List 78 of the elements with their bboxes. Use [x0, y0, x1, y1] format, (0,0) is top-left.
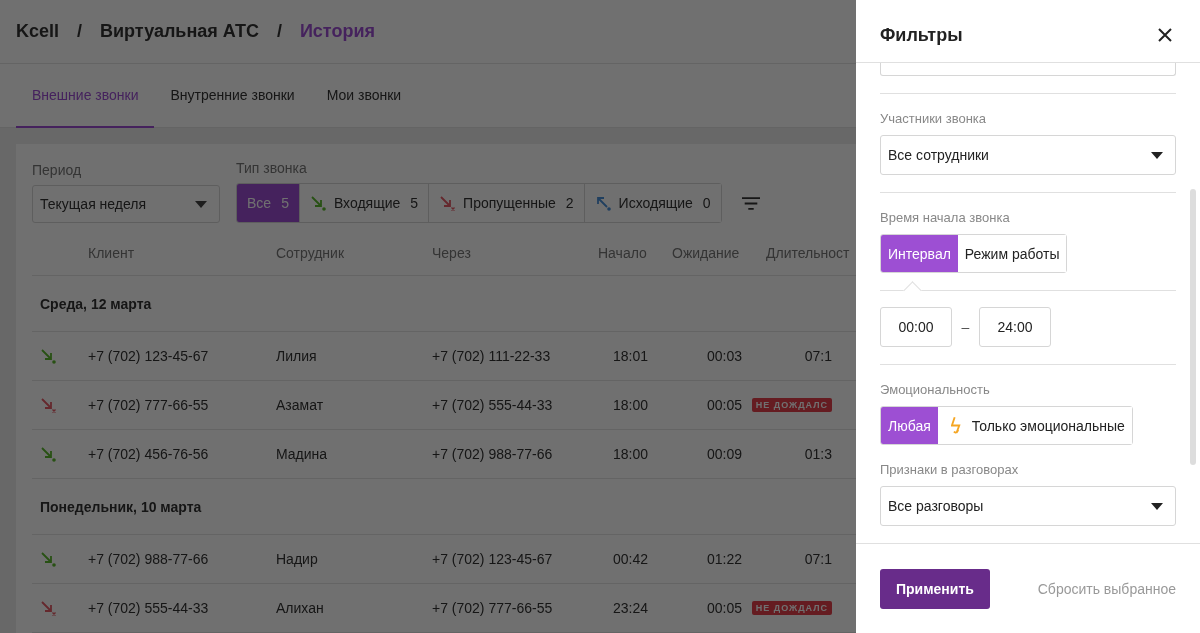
outgoing-call-icon [594, 195, 611, 211]
date-heading: Понедельник, 10 марта [40, 498, 202, 515]
select-field[interactable] [880, 63, 1176, 76]
call-type-label: Тип звонка [236, 160, 308, 176]
date-heading: Среда, 12 марта [40, 295, 152, 312]
table-cell-text: Надир [276, 551, 319, 567]
table-cell-text: Азамат [276, 397, 325, 413]
table-cell-text: +7 (702) 555-44-33 [432, 397, 554, 413]
table-cell-text: 01:22 [705, 551, 742, 567]
table-cell-text: +7 (702) 777-66-55 [88, 397, 210, 413]
caret-icon [1151, 502, 1163, 510]
column-header: Клиент [88, 245, 136, 261]
table-cell-text: +7 (702) 555-44-33 [88, 600, 210, 616]
breadcrumb-separator: / [276, 21, 282, 42]
reset-link[interactable]: Сбросить выбранное [1037, 580, 1176, 597]
call-type-option[interactable]: Все 5 [237, 184, 300, 222]
time-to-field[interactable]: 24:00 [979, 307, 1051, 347]
scrollbar[interactable] [1190, 189, 1196, 465]
tab[interactable]: Мои звонки [310, 64, 418, 128]
breadcrumb-link[interactable]: Виртуальная АТС [100, 21, 259, 42]
incoming-call-icon [40, 551, 56, 567]
missed-call-icon [40, 397, 56, 413]
incoming-call-icon [40, 348, 56, 364]
status-badge: НЕ ДОЖДАЛС [751, 601, 832, 615]
table-cell-text: +7 (702) 456-76-56 [88, 446, 210, 462]
participants-label: Участники звонка [880, 111, 988, 126]
emotion-label: Эмоциональность [880, 382, 991, 397]
table-cell-text: +7 (702) 123-45-67 [88, 348, 210, 364]
column-header: Сотрудник [276, 245, 345, 261]
table-cell: 01:3 [804, 446, 832, 462]
breadcrumb-separator: / [77, 21, 83, 42]
column-header: Через [432, 245, 472, 261]
period-label: Период [32, 162, 83, 178]
mode-toggle[interactable]: Интервал [881, 235, 958, 272]
table-cell-text: 00:03 [705, 348, 742, 364]
table-cell-text: Лилия [276, 348, 318, 364]
missed-call-icon [439, 195, 456, 211]
missed-call-icon [40, 600, 56, 616]
table-cell-text: Алихан [276, 600, 325, 616]
period-select[interactable]: Текущая неделя [32, 185, 220, 223]
tab[interactable]: Внутренние звонки [154, 64, 311, 128]
apply-button[interactable]: Применить [880, 568, 990, 609]
table-cell-text: 00:05 [705, 397, 742, 413]
caret-icon [1151, 151, 1163, 159]
range-dash: – [960, 319, 971, 335]
filter-icon[interactable] [741, 197, 760, 210]
features-select[interactable]: Все разговоры [880, 486, 1176, 526]
table-cell-text: 00:09 [705, 446, 742, 462]
table-cell-text: 23:24 [611, 600, 648, 616]
breadcrumb-link[interactable]: Kcell [16, 21, 60, 42]
table-cell-text: 18:01 [611, 348, 648, 364]
table-cell-text: 00:42 [611, 551, 648, 567]
features-label: Признаки в разговорах [880, 462, 1020, 477]
table-cell: 07:1 [804, 348, 832, 364]
breadcrumb-link[interactable]: История [299, 21, 375, 42]
status-badge: НЕ ДОЖДАЛС [751, 398, 832, 412]
table-cell-text: 00:05 [705, 600, 742, 616]
lightning-icon [950, 416, 962, 435]
table-cell-text: 18:00 [611, 397, 648, 413]
caret-icon [195, 200, 207, 208]
start-time-label: Время начала звонка [880, 210, 1011, 225]
table-cell: 07:1 [804, 551, 832, 567]
incoming-call-icon [309, 195, 326, 211]
column-header: Начало [598, 245, 648, 261]
incoming-call-icon [40, 446, 56, 462]
table-cell-text: +7 (702) 111-22-33 [432, 348, 552, 364]
table-cell-text: Мадина [276, 446, 329, 462]
table-cell-text: +7 (702) 777-66-55 [432, 600, 554, 616]
panel-title: Фильтры [880, 23, 963, 46]
participants-select[interactable]: Все сотрудники [880, 135, 1176, 175]
table-cell-text: +7 (702) 988-77-66 [88, 551, 210, 567]
table-cell-text: 18:00 [611, 446, 648, 462]
emotion-toggle[interactable]: Любая [881, 407, 938, 444]
table-cell-text: +7 (702) 123-45-67 [432, 551, 554, 567]
column-header: Длительност [766, 245, 851, 261]
table-cell-text: +7 (702) 988-77-66 [432, 446, 554, 462]
time-from-field[interactable]: 00:00 [880, 307, 952, 347]
column-header: Ожидание [672, 245, 741, 261]
